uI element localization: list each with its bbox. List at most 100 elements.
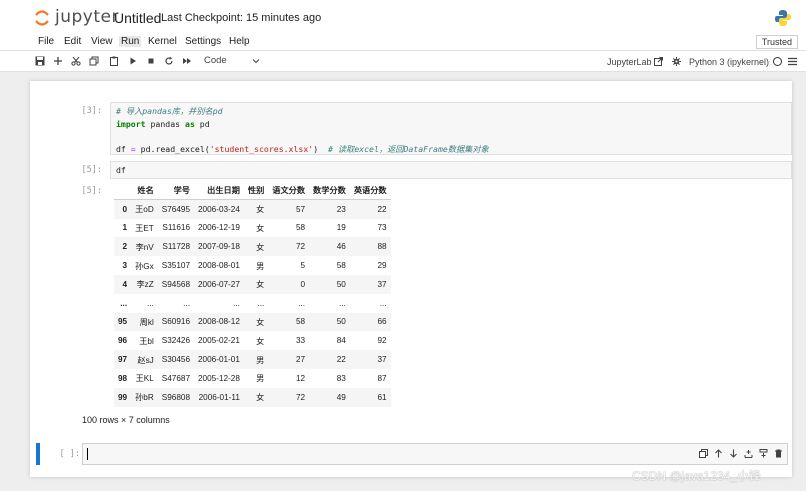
table-cell: 33 (295, 336, 306, 346)
table-cell: 2008-08-12 (198, 317, 240, 327)
menu-settings[interactable]: Settings (185, 36, 221, 47)
table-cell: 19 (336, 223, 346, 233)
copy-icon[interactable] (88, 55, 100, 67)
menubar: File Edit View Run Kernel Settings Help … (0, 33, 806, 51)
duplicate-cell-icon[interactable] (699, 448, 708, 458)
restart-icon[interactable] (163, 55, 175, 67)
table-cell: 女 (256, 336, 265, 346)
row-index: 1 (122, 223, 128, 233)
notebook-header: jupyter Untitled Last Checkpoint: 15 min… (0, 0, 806, 36)
external-link-icon[interactable] (654, 57, 663, 66)
notebook-panel: [3]: # 导入pandas库，并别名pd import pandas as … (30, 81, 792, 477)
menu-file[interactable]: File (38, 36, 54, 47)
table-cell: 男 (256, 355, 265, 365)
notebook-toolbar: Code JupyterLab Python 3 (ipykernel) (0, 51, 806, 72)
cell-prompt: [3]: (81, 106, 102, 116)
table-cell: S35107 (161, 261, 190, 271)
menu-help[interactable]: Help (229, 36, 250, 47)
code-line: import pandas as pd (116, 118, 210, 129)
table-cell: 0 (300, 279, 306, 289)
notebook-title[interactable]: Untitled (114, 10, 161, 26)
table-header: 英语分数 (349, 181, 391, 201)
table-row: 98 王KL S47687 2005-12-28 男 12 83 87 (114, 369, 391, 388)
table-cell: S94568 (161, 279, 190, 289)
table-cell: S76495 (161, 204, 190, 214)
jupyterlab-link[interactable]: JupyterLab (607, 57, 652, 67)
table-cell: 孙bR (135, 393, 154, 403)
table-cell: 46 (336, 242, 346, 252)
table-cell: 87 (377, 373, 387, 383)
table-cell: 92 (377, 336, 387, 346)
table-cell: S11728 (162, 242, 190, 252)
table-cell: 29 (377, 261, 387, 271)
row-index: 4 (122, 279, 128, 289)
trusted-badge[interactable]: Trusted (755, 35, 798, 49)
cell-type-select[interactable]: Code (200, 55, 266, 68)
menu-run[interactable]: Run (119, 36, 142, 47)
kernel-status-icon (773, 57, 782, 66)
table-cell: 女 (256, 242, 265, 252)
table-cell: 49 (336, 392, 346, 402)
table-cell: 23 (336, 204, 346, 214)
table-header: 数学分数 (309, 181, 350, 201)
table-cell: 男 (256, 261, 265, 271)
table-cell: 2006-12-19 (198, 223, 240, 233)
row-index: 3 (122, 261, 128, 271)
run-icon[interactable] (127, 55, 139, 67)
table-cell: S96808 (161, 392, 190, 402)
delete-cell-icon[interactable] (774, 448, 783, 458)
cut-icon[interactable] (70, 55, 82, 67)
jupyter-logo-icon[interactable] (34, 9, 50, 27)
table-cell: 2005-12-28 (198, 373, 240, 383)
move-down-icon[interactable] (729, 448, 738, 458)
table-cell: 女 (256, 393, 265, 403)
row-index: 95 (118, 317, 128, 327)
paste-icon[interactable] (108, 55, 120, 67)
table-cell: 2006-01-11 (198, 392, 240, 402)
table-cell: 2005-02-21 (198, 336, 240, 346)
table-cell: 女 (256, 223, 265, 233)
save-icon[interactable] (34, 55, 46, 67)
menu-view[interactable]: View (91, 36, 113, 47)
table-cell: 84 (336, 336, 346, 346)
active-code-cell-input[interactable] (82, 443, 788, 465)
table-cell: 王ET (135, 223, 154, 233)
insert-below-icon[interactable] (759, 448, 768, 458)
table-cell: 2006-01-01 (198, 355, 240, 365)
text-caret (87, 448, 88, 460)
code-cell-input[interactable]: # 导入pandas库，并别名pd import pandas as pd df… (110, 102, 792, 155)
table-cell: ... (379, 298, 387, 308)
table-header: 姓名 (131, 181, 158, 201)
table-row: ........................ (114, 294, 391, 313)
table-cell: 72 (295, 242, 306, 252)
cell-type-label: Code (204, 55, 227, 66)
table-cell: 72 (295, 392, 306, 402)
menu-edit[interactable]: Edit (64, 36, 81, 47)
insert-above-icon[interactable] (744, 448, 753, 458)
move-up-icon[interactable] (714, 448, 723, 458)
table-cell: 61 (377, 392, 387, 402)
table-cell: 66 (377, 317, 387, 327)
table-row: 2 李nV S11728 2007-09-18 女 72 46 88 (114, 237, 391, 257)
table-cell: 58 (295, 223, 306, 233)
table-cell: 27 (295, 355, 306, 365)
table-cell: 女 (256, 280, 265, 290)
table-row: 97 赵sJ S30456 2006-01-01 男 27 22 37 (114, 350, 391, 369)
menu-icon[interactable] (788, 57, 797, 66)
table-cell: S60916 (161, 317, 190, 327)
chevron-down-icon (252, 59, 260, 64)
table-cell: 83 (336, 373, 346, 383)
stop-icon[interactable] (145, 55, 157, 67)
kernel-name[interactable]: Python 3 (ipykernel) (689, 57, 769, 67)
add-cell-icon[interactable] (52, 55, 64, 67)
table-cell: 李nV (135, 242, 154, 252)
fast-forward-icon[interactable] (181, 55, 193, 67)
row-index: ... (120, 298, 128, 308)
jupyter-logo-text[interactable]: jupyter (55, 7, 119, 27)
gear-icon[interactable] (672, 57, 681, 66)
table-cell: 2007-09-18 (198, 242, 240, 252)
table-cell: 57 (295, 204, 306, 214)
menu-kernel[interactable]: Kernel (148, 36, 177, 47)
table-header: 语文分数 (268, 181, 310, 201)
code-cell-input[interactable]: df (110, 161, 792, 179)
